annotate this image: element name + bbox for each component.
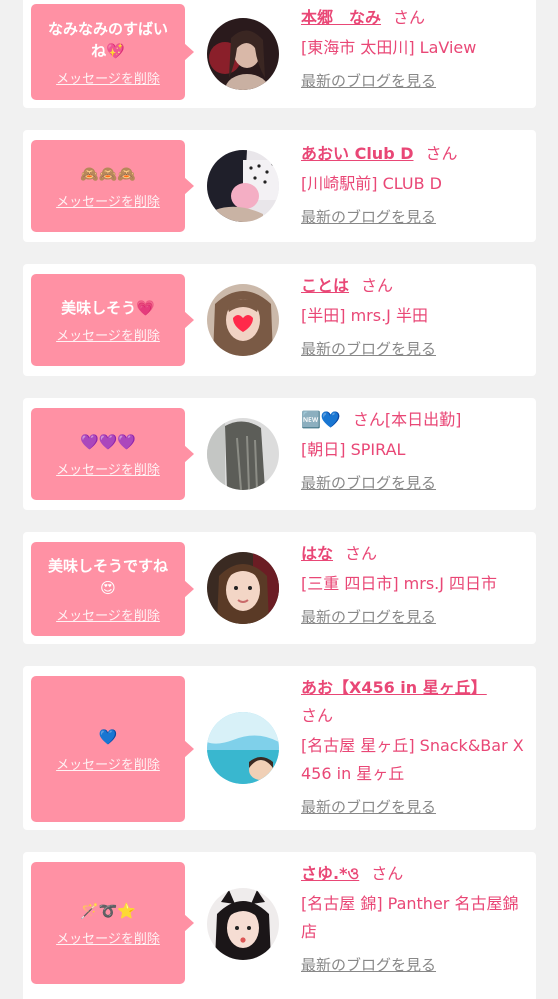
delete-message-link[interactable]: メッセージを削除 bbox=[56, 191, 160, 210]
latest-blog-link[interactable]: 最新のブログを見る bbox=[301, 206, 528, 227]
delete-message-link[interactable]: メッセージを削除 bbox=[56, 754, 160, 773]
avatar[interactable] bbox=[207, 150, 279, 222]
girl-name-link[interactable]: あお【X456 in 星ヶ丘】 bbox=[301, 678, 487, 697]
latest-blog-link[interactable]: 最新のブログを見る bbox=[301, 954, 528, 975]
avatar[interactable] bbox=[207, 418, 279, 490]
name-line: ことは さん bbox=[301, 272, 528, 300]
avatar[interactable] bbox=[207, 712, 279, 784]
avatar[interactable] bbox=[207, 552, 279, 624]
delete-message-link[interactable]: メッセージを削除 bbox=[56, 325, 160, 344]
shop-name: [朝日] SPIRAL bbox=[301, 440, 406, 459]
message-text: なみなみのすばい ね💖 bbox=[47, 19, 168, 60]
message-bubble: 🙈🙈🙈 メッセージを削除 bbox=[31, 140, 194, 232]
honorific: さん bbox=[345, 544, 378, 563]
girl-name-link[interactable]: ことは bbox=[301, 276, 349, 295]
message-text: 💙 bbox=[98, 727, 118, 746]
message-bubble: 💜💜💜 メッセージを削除 bbox=[31, 408, 194, 500]
honorific: さん bbox=[425, 144, 458, 163]
message-card: 💙 メッセージを削除 あお【X456 in 星ヶ丘】 さん [名古屋 星ヶ丘] S… bbox=[23, 666, 536, 830]
avatar[interactable] bbox=[207, 284, 279, 356]
shop-name: [三重 四日市] mrs.J 四日市 bbox=[301, 574, 498, 593]
delete-message-link[interactable]: メッセージを削除 bbox=[56, 459, 160, 478]
delete-message-link[interactable]: メッセージを削除 bbox=[56, 68, 160, 87]
message-text: 🙈🙈🙈 bbox=[79, 164, 137, 183]
honorific: さん bbox=[371, 864, 404, 883]
message-text: 美味しそう💗 bbox=[61, 298, 155, 317]
girl-name-link[interactable]: 🆕💙 bbox=[301, 410, 341, 429]
message-bubble: 美味しそうですね 😍 メッセージを削除 bbox=[31, 542, 194, 636]
message-bubble: 美味しそう💗 メッセージを削除 bbox=[31, 274, 194, 366]
delete-message-link[interactable]: メッセージを削除 bbox=[56, 605, 160, 624]
shop-name: [名古屋 錦] Panther 名古屋錦店 bbox=[301, 894, 519, 941]
message-card: 美味しそう💗 メッセージを削除 ことは さん [半田] mrs.J 半田 最新のブ… bbox=[23, 264, 536, 376]
girl-info: ことは さん [半田] mrs.J 半田 最新のブログを見る bbox=[301, 272, 528, 359]
girl-info: はな さん [三重 四日市] mrs.J 四日市 最新のブログを見る bbox=[301, 540, 528, 627]
latest-blog-link[interactable]: 最新のブログを見る bbox=[301, 796, 528, 817]
message-card: 🙈🙈🙈 メッセージを削除 あおい Club D さん [川崎駅前] CLUB D … bbox=[23, 130, 536, 242]
shop-name: [名古屋 星ヶ丘] Snack&Bar X 456 in 星ヶ丘 bbox=[301, 736, 524, 783]
girl-info: 🆕💙 さん[本日出勤] [朝日] SPIRAL 最新のブログを見る bbox=[301, 406, 528, 493]
girl-info: あお【X456 in 星ヶ丘】 さん [名古屋 星ヶ丘] Snack&Bar X … bbox=[301, 674, 528, 817]
message-card: 美味しそうですね 😍 メッセージを削除 はな さん [三重 四日市] mrs.J … bbox=[23, 532, 536, 644]
attendance-status: [本日出勤] bbox=[384, 410, 462, 429]
message-bubble: なみなみのすばい ね💖 メッセージを削除 bbox=[31, 4, 194, 100]
name-line: あおい Club D さん bbox=[301, 140, 528, 168]
message-text: 🪄➰⭐ bbox=[79, 901, 137, 920]
message-card: 🪄➰⭐ メッセージを削除 さゆ.*ও さん [名古屋 錦] Panther 名古屋… bbox=[23, 852, 536, 999]
message-bubble: 🪄➰⭐ メッセージを削除 bbox=[31, 862, 194, 984]
girl-info: さゆ.*ও さん [名古屋 錦] Panther 名古屋錦店 最新のブログを見る bbox=[301, 860, 528, 975]
latest-blog-link[interactable]: 最新のブログを見る bbox=[301, 70, 528, 91]
shop-name: [東海市 太田川] LaView bbox=[301, 38, 477, 57]
girl-info: あおい Club D さん [川崎駅前] CLUB D 最新のブログを見る bbox=[301, 140, 528, 227]
avatar[interactable] bbox=[207, 18, 279, 90]
latest-blog-link[interactable]: 最新のブログを見る bbox=[301, 472, 528, 493]
name-line: さゆ.*ও さん bbox=[301, 860, 528, 888]
latest-blog-link[interactable]: 最新のブログを見る bbox=[301, 338, 528, 359]
shop-name: [川崎駅前] CLUB D bbox=[301, 174, 442, 193]
honorific: さん bbox=[301, 706, 334, 725]
avatar[interactable] bbox=[207, 888, 279, 960]
girl-info: 本郷 なみ さん [東海市 太田川] LaView 最新のブログを見る bbox=[301, 4, 528, 91]
name-line: 本郷 なみ さん bbox=[301, 4, 528, 32]
girl-name-link[interactable]: さゆ.*ও bbox=[301, 864, 359, 883]
shop-name: [半田] mrs.J 半田 bbox=[301, 306, 428, 325]
girl-name-link[interactable]: あおい Club D bbox=[301, 144, 414, 163]
honorific: さん bbox=[361, 276, 394, 295]
honorific: さん bbox=[352, 410, 385, 429]
message-text: 💜💜💜 bbox=[79, 432, 137, 451]
latest-blog-link[interactable]: 最新のブログを見る bbox=[301, 606, 528, 627]
delete-message-link[interactable]: メッセージを削除 bbox=[56, 928, 160, 947]
honorific: さん bbox=[393, 8, 426, 27]
girl-name-link[interactable]: はな bbox=[301, 544, 333, 563]
message-card: なみなみのすばい ね💖 メッセージを削除 本郷 なみ さん [東海市 太田川] L… bbox=[23, 0, 536, 108]
name-line: あお【X456 in 星ヶ丘】 さん bbox=[301, 674, 521, 730]
message-card: 💜💜💜 メッセージを削除 🆕💙 さん[本日出勤] [朝日] SPIRAL 最新のブ… bbox=[23, 398, 536, 510]
name-line: 🆕💙 さん[本日出勤] bbox=[301, 406, 528, 434]
name-line: はな さん bbox=[301, 540, 528, 568]
girl-name-link[interactable]: 本郷 なみ bbox=[301, 8, 381, 27]
message-bubble: 💙 メッセージを削除 bbox=[31, 676, 194, 822]
message-text: 美味しそうですね 😍 bbox=[47, 556, 168, 597]
